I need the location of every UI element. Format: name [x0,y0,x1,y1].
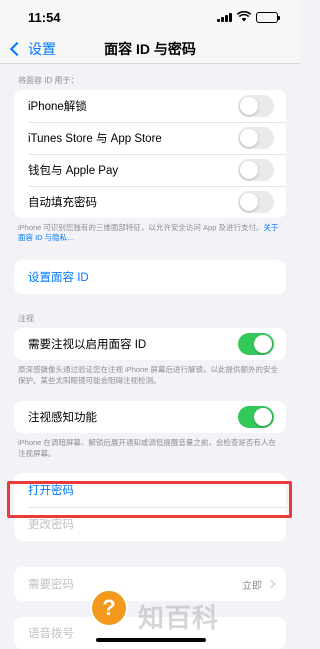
setting-row-require-attention: 需要注视以启用面容 ID [14,328,286,360]
wifi-icon [236,10,252,25]
setting-row-iphone-unlock: iPhone解锁 [14,90,286,122]
watermark-text: 知百科 [138,603,220,633]
setting-row-autofill-passwords: 自动填充密码 [14,185,286,218]
disclosure-chevron-icon [266,580,276,589]
passcode-group: 打开密码 更改密码 [14,473,286,542]
require-passcode-group: 需要密码 立即 [14,567,286,602]
wallet-apple-pay-toggle[interactable] [238,158,274,181]
setting-row-attention-aware: 注视感知功能 [14,401,286,433]
row-label: 注视感知功能 [28,411,97,424]
attention-aware-section-footer: iPhone 在调暗屏幕、解锁后展开通知或调低提醒音量之前，会检查是否有人在注视… [18,437,276,458]
require-attention-toggle[interactable] [238,332,274,355]
require-passcode-detail: 立即 [242,577,276,592]
setup-face-id-group: 设置面容 ID [14,260,286,295]
require-passcode-row[interactable]: 需要密码 立即 [14,567,286,601]
voice-dial-label: 语音拨号 [28,628,74,641]
iphone-unlock-toggle[interactable] [238,94,274,117]
row-label: 需要注视以启用面容 ID [28,338,147,351]
require-passcode-label: 需要密码 [28,579,74,592]
page-title: 面容 ID 与密码 [104,40,196,57]
settings-content: 将面容 ID 用于： iPhone解锁 iTunes Store 与 App S… [0,64,300,649]
autofill-passwords-toggle[interactable] [238,190,274,213]
face-id-footer-text: iPhone 可识别您独有的三维面部特征，以允许安全访问 App 及进行支付。 [18,222,264,232]
home-indicator [96,638,206,642]
itunes-app-store-toggle[interactable] [238,126,274,149]
status-bar: 11:54 [0,0,300,34]
row-label: iPhone解锁 [28,100,87,113]
help-badge-icon: ? [90,589,128,627]
status-time: 11:54 [28,9,61,25]
row-label: 钱包与 Apple Pay [28,164,119,177]
attention-section-footer: 原深感摄像头通过验证您在注视 iPhone 屏幕后进行解锁，以此提供额外的安全保… [18,364,279,385]
setup-face-id-button[interactable]: 设置面容 ID [14,260,286,294]
change-passcode-label: 更改密码 [28,519,74,532]
face-id-usage-group: iPhone解锁 iTunes Store 与 App Store 钱包与 Ap… [14,89,286,218]
back-button[interactable]: 设置 [8,34,56,64]
battery-icon [256,11,280,23]
change-passcode-button[interactable]: 更改密码 [14,507,286,541]
row-label: 自动填充密码 [28,196,97,209]
back-label: 设置 [28,41,56,57]
attention-aware-toggle[interactable] [238,405,274,428]
require-passcode-value: 立即 [242,580,262,592]
attention-aware-group: 注视感知功能 [14,400,286,433]
cellular-signal-icon [217,12,232,22]
status-icons [217,10,280,25]
face-id-section-footer: iPhone 可识别您独有的三维面部特征，以允许安全访问 App 及进行支付。关… [14,218,286,245]
setting-row-wallet-apple-pay: 钱包与 Apple Pay [14,153,286,186]
back-chevron-icon [9,41,25,57]
setup-face-id-label: 设置面容 ID [28,272,89,285]
attention-section-header: 注视 [18,314,34,324]
face-id-section-header: 将面容 ID 用于： [18,76,79,85]
setting-row-itunes-app-store: iTunes Store 与 App Store [14,121,286,154]
attention-group: 需要注视以启用面容 ID [14,327,286,360]
turn-on-passcode-button[interactable]: 打开密码 [14,473,286,507]
turn-on-passcode-label: 打开密码 [28,485,74,498]
row-label: iTunes Store 与 App Store [28,132,162,145]
navigation-bar: 设置 面容 ID 与密码 [0,34,300,64]
